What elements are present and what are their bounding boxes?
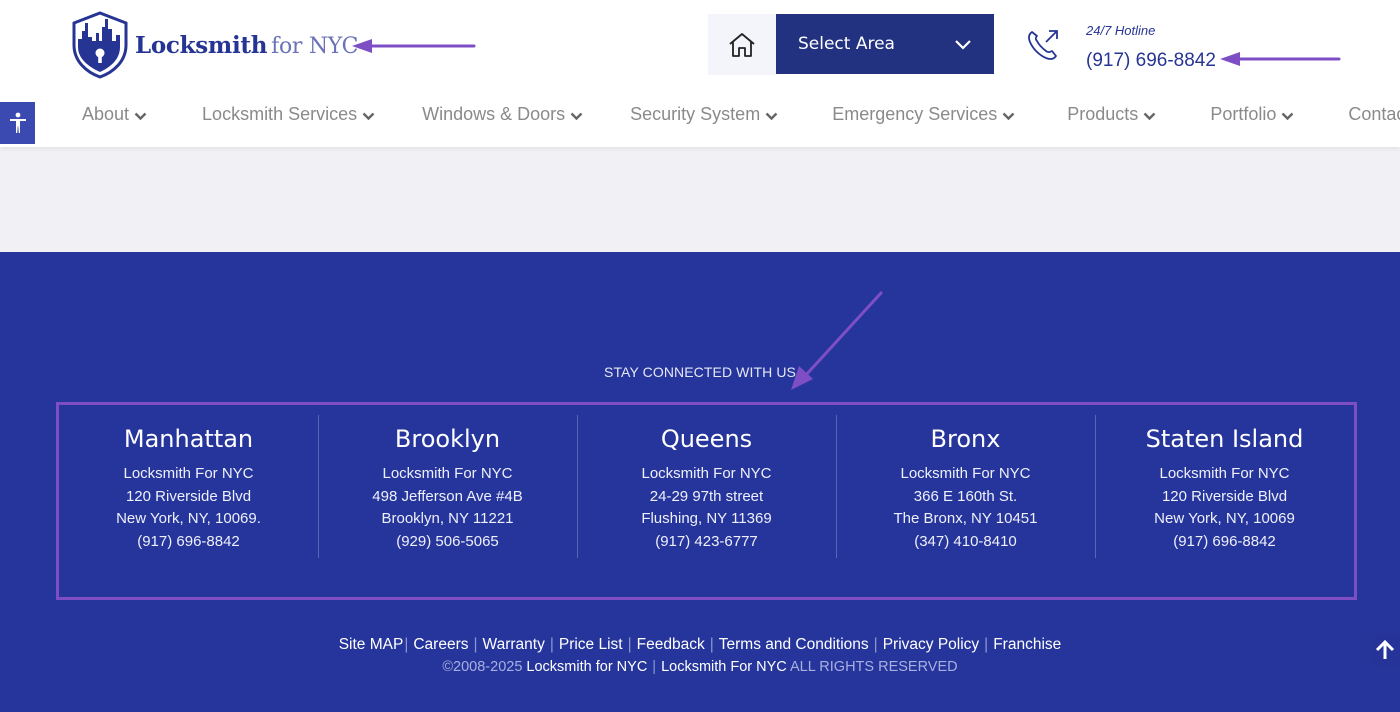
offices-box: Manhattan Locksmith For NYC 120 Riverside … (56, 402, 1357, 600)
office-street: 498 Jefferson Ave #4B (372, 487, 523, 505)
office-street: 120 Riverside Blvd (1161, 487, 1288, 505)
logo-text: Locksmith for NYC (135, 32, 358, 59)
nav-item-windows-doors[interactable]: Windows & Doors (422, 104, 583, 125)
office-locality: New York, NY, 10069. (116, 510, 261, 527)
separator: | (873, 636, 878, 653)
chevron-down-icon (362, 112, 375, 120)
office-name: Locksmith For NYC (382, 465, 513, 482)
nav-item-about[interactable]: About (82, 104, 147, 125)
office-street: 366 E 160th St. (913, 487, 1018, 505)
chevron-down-icon (1002, 112, 1015, 120)
site-header: Locksmith for NYC Select Area 24/7 Hotlin… (0, 0, 1400, 147)
chevron-down-icon (570, 112, 583, 120)
separator: | (627, 636, 632, 653)
office-phone[interactable]: (347) 410-8410 (836, 531, 1095, 554)
office-locality: The Bronx, NY 10451 (893, 510, 1038, 527)
office-phone[interactable]: (917) 423-6777 (577, 531, 836, 554)
chevron-down-icon (134, 112, 147, 120)
home-icon (729, 32, 755, 57)
nav-item-label: Emergency Services (832, 103, 998, 124)
nav-item-label: Products (1067, 103, 1139, 124)
hotline-label: 24/7 Hotline (1086, 23, 1156, 38)
nav-item-emergency-services[interactable]: Emergency Services (832, 104, 1015, 125)
separator: | (652, 659, 657, 675)
arrow-up-icon (1375, 639, 1395, 659)
annotation-arrow-logo (352, 39, 476, 53)
footer-link-feedback[interactable]: Feedback (637, 636, 705, 653)
nav-item-locksmith-services[interactable]: Locksmith Services (202, 104, 375, 125)
shield-skyline-keyhole-icon (72, 11, 128, 79)
nav-item-label: Portfolio (1210, 103, 1277, 124)
separator: | (709, 636, 714, 653)
footer-links: Site MAP| Careers | Warranty | Price List | Fee… (0, 636, 1400, 654)
nav-item-contact[interactable]: Contact (1348, 104, 1400, 125)
office-phone[interactable]: (917) 696-8842 (59, 531, 318, 554)
phone-outgoing-icon (1028, 30, 1058, 60)
site-footer: STAY CONNECTED WITH US Manhattan Locksmit… (0, 252, 1400, 712)
annotation-arrow-hotline (1220, 52, 1341, 66)
logo-text-bold: Locksmith (135, 31, 268, 59)
office-staten-island: Staten Island Locksmith For NYC 120 Rivers… (1095, 405, 1354, 597)
office-street: 24-29 97th street (649, 487, 764, 505)
nav-item-label: About (82, 103, 130, 124)
stay-connected-heading: STAY CONNECTED WITH US (604, 364, 796, 380)
accessibility-button[interactable] (0, 102, 35, 144)
separator: | (549, 636, 554, 653)
copyright-brand: Locksmith For NYC (661, 659, 787, 675)
nav-item-label: Windows & Doors (422, 103, 566, 124)
office-city: Brooklyn (394, 425, 501, 453)
office-locality: Flushing, NY 11369 (641, 510, 772, 527)
copyright-brand-link[interactable]: Locksmith for NYC (526, 659, 647, 675)
accessibility-icon (9, 112, 26, 133)
separator: | (984, 636, 989, 653)
office-city: Manhattan (123, 425, 254, 453)
office-name: Locksmith For NYC (900, 465, 1031, 482)
nav-item-products[interactable]: Products (1067, 104, 1156, 125)
footer-link-price-list[interactable]: Price List (559, 636, 623, 653)
office-bronx: Bronx Locksmith For NYC 366 E 160th St. The… (836, 405, 1095, 597)
footer-link-franchise[interactable]: Franchise (993, 636, 1061, 653)
office-name: Locksmith For NYC (123, 465, 254, 482)
copyright-rights: ALL RIGHTS RESERVED (790, 659, 958, 675)
footer-link-terms-and-conditions[interactable]: Terms and Conditions (719, 636, 869, 653)
back-to-top-button[interactable] (1370, 634, 1400, 666)
office-manhattan: Manhattan Locksmith For NYC 120 Riverside … (59, 405, 318, 597)
footer-link-site-map[interactable]: Site MAP (339, 636, 404, 653)
office-phone[interactable]: (929) 506-5065 (318, 531, 577, 554)
logo-text-thin: for NYC (271, 33, 359, 59)
office-city: Queens (660, 425, 753, 453)
separator: | (404, 636, 409, 653)
footer-link-warranty[interactable]: Warranty (483, 636, 545, 653)
nav-item-portfolio[interactable]: Portfolio (1210, 104, 1294, 125)
nav-item-label: Security System (630, 103, 761, 124)
office-phone[interactable]: (917) 696-8842 (1095, 531, 1354, 554)
office-locality: Brooklyn, NY 11221 (381, 510, 514, 527)
main-nav: About Locksmith Services Windows & Doors Se… (82, 102, 1400, 126)
separator: | (473, 636, 478, 653)
footer-link-careers[interactable]: Careers (413, 636, 468, 653)
select-area-dropdown[interactable]: Select Area (776, 14, 994, 74)
chevron-down-icon (1282, 112, 1294, 120)
nav-item-label: Contact (1348, 103, 1400, 124)
office-street: 120 Riverside Blvd (125, 487, 252, 505)
home-button[interactable] (708, 14, 776, 75)
nav-item-label: Locksmith Services (202, 103, 358, 124)
office-brooklyn: Brooklyn Locksmith For NYC 498 Jefferson A… (318, 405, 577, 597)
office-queens: Queens Locksmith For NYC 24-29 97th street… (577, 405, 836, 597)
copyright-years: ©2008-2025 (442, 659, 523, 675)
office-city: Staten Island (1145, 425, 1304, 453)
office-name: Locksmith For NYC (641, 465, 772, 482)
office-name: Locksmith For NYC (1159, 465, 1290, 482)
chevron-down-icon (765, 112, 778, 120)
chevron-down-icon (955, 40, 971, 50)
office-city: Bronx (930, 425, 1001, 453)
chevron-down-icon (1143, 112, 1156, 120)
select-area-label: Select Area (798, 34, 895, 54)
copyright: ©2008-2025 Locksmith for NYC | Locksmith F… (0, 659, 1400, 675)
office-locality: New York, NY, 10069 (1154, 510, 1295, 527)
site-logo[interactable]: Locksmith for NYC (70, 11, 358, 79)
footer-link-privacy-policy[interactable]: Privacy Policy (883, 636, 979, 653)
nav-item-security-system[interactable]: Security System (630, 104, 778, 125)
hotline-number[interactable]: (917) 696-8842 (1086, 50, 1216, 72)
